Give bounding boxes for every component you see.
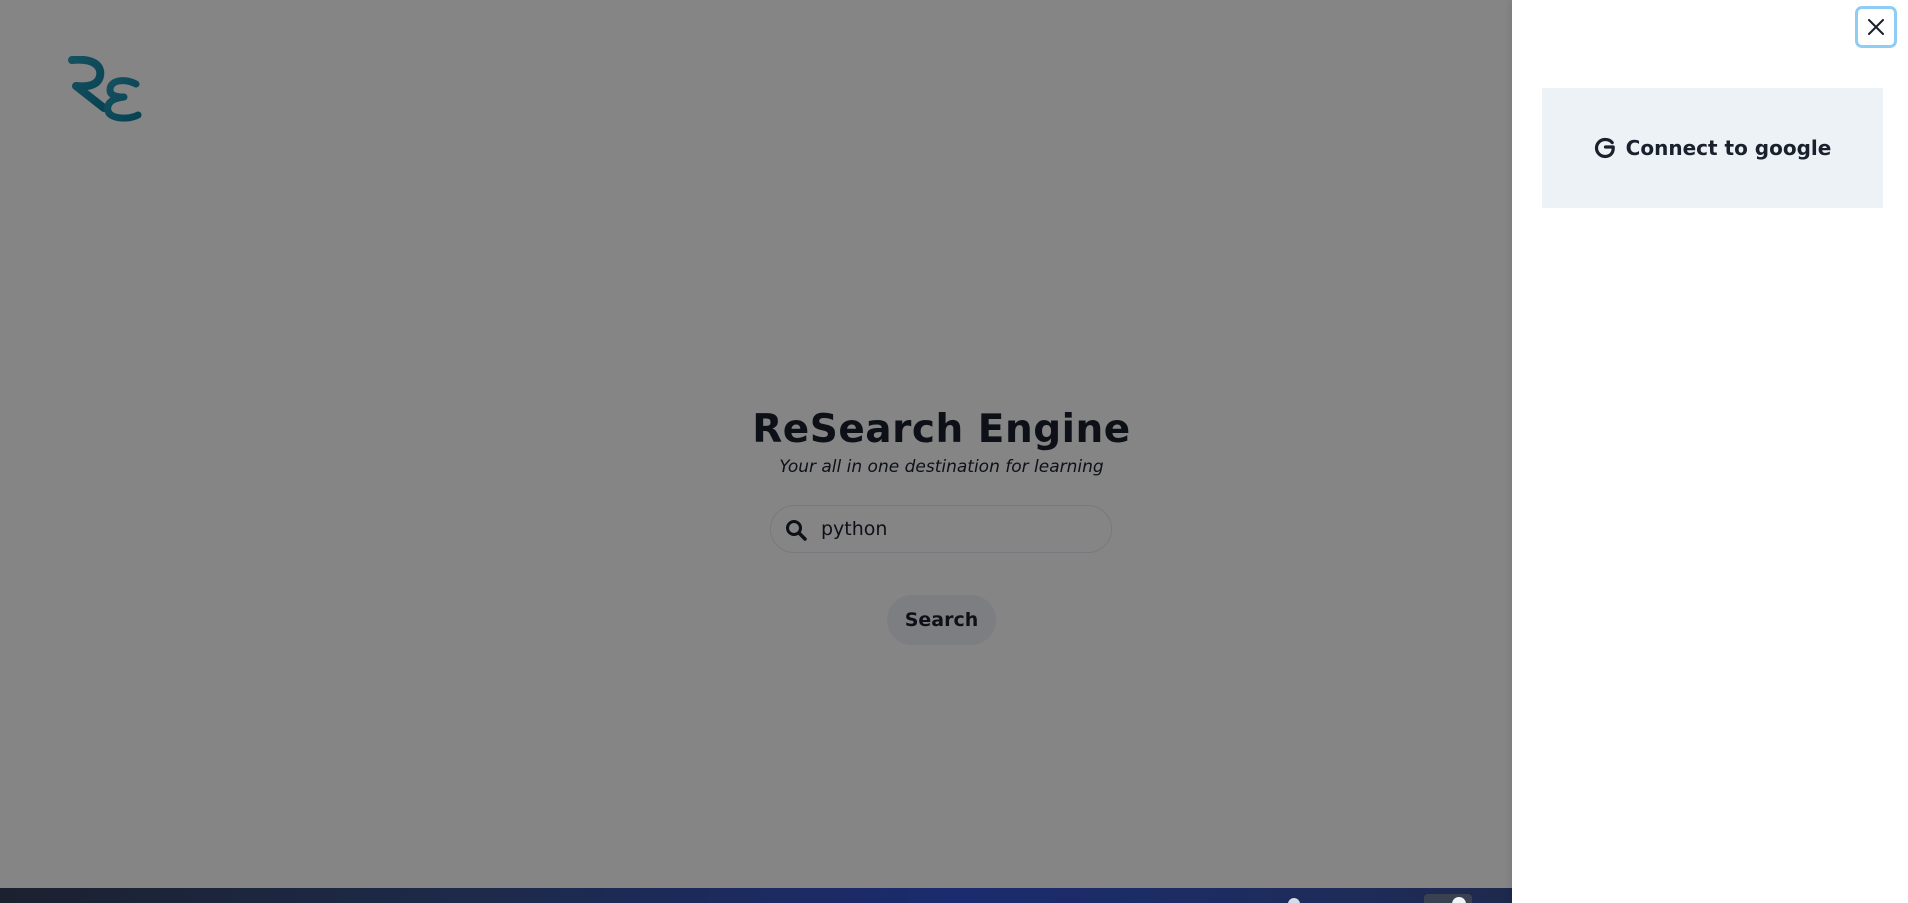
taskbar-icon[interactable] (1288, 898, 1300, 903)
page: ReSearch Engine Your all in one destinat… (0, 0, 1908, 903)
connect-google-button[interactable]: Connect to google (1542, 88, 1883, 208)
close-icon (1868, 19, 1884, 35)
drawer: Connect to google (1512, 0, 1908, 903)
connect-google-label: Connect to google (1625, 136, 1832, 160)
close-button[interactable] (1855, 6, 1897, 48)
google-icon (1594, 137, 1615, 159)
